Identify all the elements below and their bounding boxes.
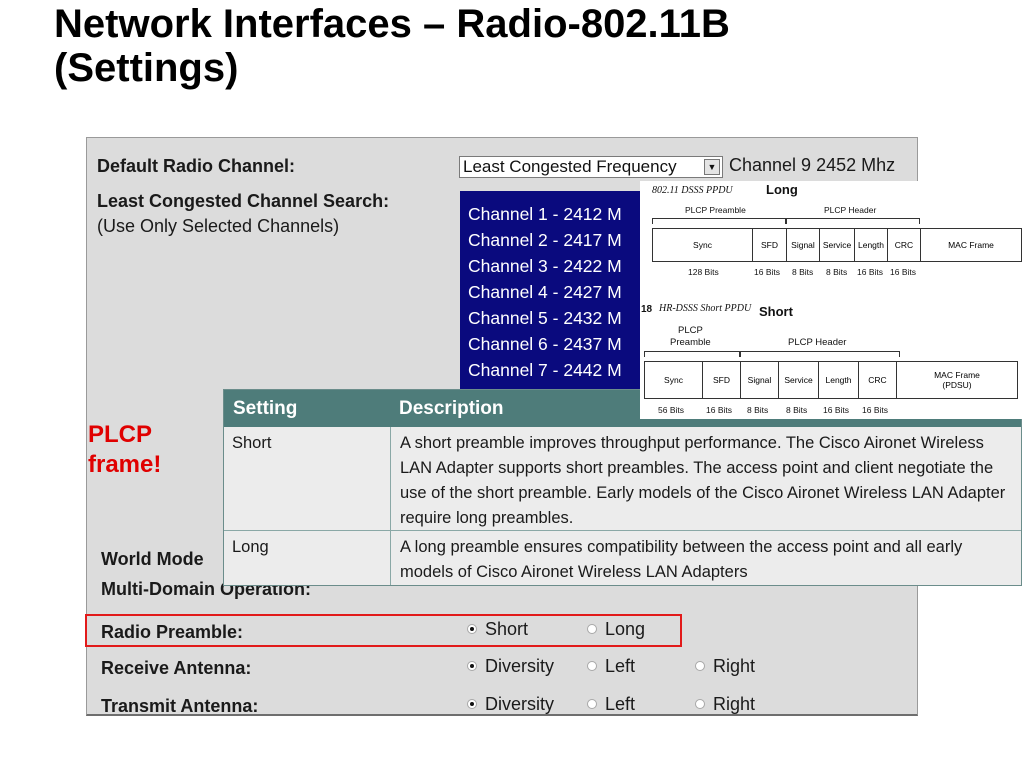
radio-label: Right (713, 656, 756, 676)
short-header-label: PLCP Header (788, 337, 847, 348)
default-channel-select[interactable]: Least Congested Frequency ▼ (459, 156, 723, 178)
bits-label: 8 Bits (747, 405, 769, 415)
field-mac-frame: MAC Frame (PDSU) (897, 362, 1017, 398)
field-signal: Signal (741, 362, 779, 398)
field-sync: Sync (645, 362, 703, 398)
preamble-brace (644, 351, 740, 357)
bits-label: 8 Bits (826, 267, 848, 277)
long-ppdu-frame: Sync SFD Signal Service Length CRC MAC F… (652, 228, 1022, 262)
table-cell-setting: Long (232, 538, 269, 556)
mac-frame-label: MAC Frame (934, 370, 980, 380)
default-channel-label: Default Radio Channel: (97, 156, 296, 176)
ppdu-diagram: 802.11 DSSS PPDU Long PLCP Preamble PLCP… (640, 181, 1024, 419)
chevron-down-icon[interactable]: ▼ (704, 159, 720, 175)
short-ppdu-frame: Sync SFD Signal Service Length CRC MAC F… (644, 361, 1018, 399)
radio-label: Left (605, 694, 636, 714)
receive-right-radio[interactable]: Right (695, 656, 755, 677)
field-sfd: SFD (703, 362, 741, 398)
channel-readout: Channel 9 2452 Mhz (729, 155, 896, 175)
radio-unselected-icon (587, 699, 597, 709)
table-cell-description: A short preamble improves throughput per… (400, 434, 1006, 527)
transmit-left-radio[interactable]: Left (587, 694, 636, 714)
radio-unselected-icon (695, 661, 705, 671)
long-ppdu-caption: 802.11 DSSS PPDU (652, 185, 733, 196)
field-mac-frame: MAC Frame (948, 240, 994, 250)
table-divider (390, 427, 391, 585)
field-signal: Signal (787, 229, 820, 261)
header-brace (786, 218, 920, 224)
table-header-setting: Setting (224, 390, 390, 427)
field-crc: CRC (859, 362, 897, 398)
bits-label: 128 Bits (688, 267, 719, 277)
bits-label: 16 Bits (754, 267, 780, 277)
field-length: Length (855, 229, 888, 261)
bits-label: 8 Bits (786, 405, 808, 415)
transmit-diversity-radio[interactable]: Diversity (467, 694, 555, 714)
radio-label: Diversity (485, 694, 555, 714)
receive-antenna-label: Receive Antenna: (101, 658, 252, 678)
preamble-brace (652, 218, 786, 224)
bits-label: 16 Bits (890, 267, 916, 277)
bits-label: 16 Bits (862, 405, 888, 415)
transmit-antenna-label: Transmit Antenna: (101, 696, 259, 716)
field-sfd: SFD (753, 229, 787, 261)
slide-title-line2: (Settings) (54, 46, 239, 90)
receive-diversity-radio[interactable]: Diversity (467, 656, 554, 677)
short-preamble-label-1: PLCP (678, 325, 703, 336)
table-cell-setting: Short (232, 434, 272, 452)
field-service: Service (779, 362, 819, 398)
annotation-line1: PLCP (88, 421, 153, 448)
short-ppdu-caption: HR-DSSS Short PPDU (659, 303, 752, 314)
short-figure-number: 18 (641, 304, 653, 315)
radio-selected-icon (467, 661, 477, 671)
long-ppdu-tag: Long (766, 182, 798, 197)
annotation-line2: frame! (88, 451, 162, 478)
radio-unselected-icon (695, 699, 705, 709)
field-service: Service (820, 229, 855, 261)
slide-title-line1: Network Interfaces – Radio-802.11B (54, 2, 730, 46)
long-header-label: PLCP Header (824, 205, 877, 215)
radio-unselected-icon (587, 661, 597, 671)
radio-label: Right (713, 694, 756, 714)
field-sync: Sync (653, 229, 753, 261)
table-cell-description: A long preamble ensures compatibility be… (400, 538, 963, 581)
search-label: Least Congested Channel Search: (97, 191, 390, 211)
header-brace (740, 351, 900, 357)
pdsu-label: (PDSU) (942, 380, 972, 390)
field-crc: CRC (888, 229, 921, 261)
bits-label: 16 Bits (857, 267, 883, 277)
slide-title: Network Interfaces – Radio-802.11B (Sett… (54, 2, 1014, 90)
receive-left-radio[interactable]: Left (587, 656, 635, 677)
radio-label: Left (605, 656, 636, 676)
plcp-frame-annotation: PLCP frame! (88, 420, 161, 480)
field-length: Length (819, 362, 859, 398)
preamble-highlight-box (85, 614, 682, 647)
short-preamble-label-2: Preamble (670, 337, 711, 348)
default-channel-value: Least Congested Frequency (463, 157, 677, 176)
radio-selected-icon (467, 699, 477, 709)
long-preamble-label: PLCP Preamble (685, 205, 746, 215)
bits-label: 16 Bits (823, 405, 849, 415)
radio-label: Diversity (485, 656, 555, 676)
search-hint: (Use Only Selected Channels) (97, 216, 340, 236)
bits-label: 16 Bits (706, 405, 732, 415)
bits-label: 56 Bits (658, 405, 684, 415)
world-mode-label: World Mode (101, 549, 204, 569)
short-ppdu-tag: Short (759, 304, 793, 319)
bits-label: 8 Bits (792, 267, 814, 277)
transmit-right-radio[interactable]: Right (695, 694, 756, 714)
